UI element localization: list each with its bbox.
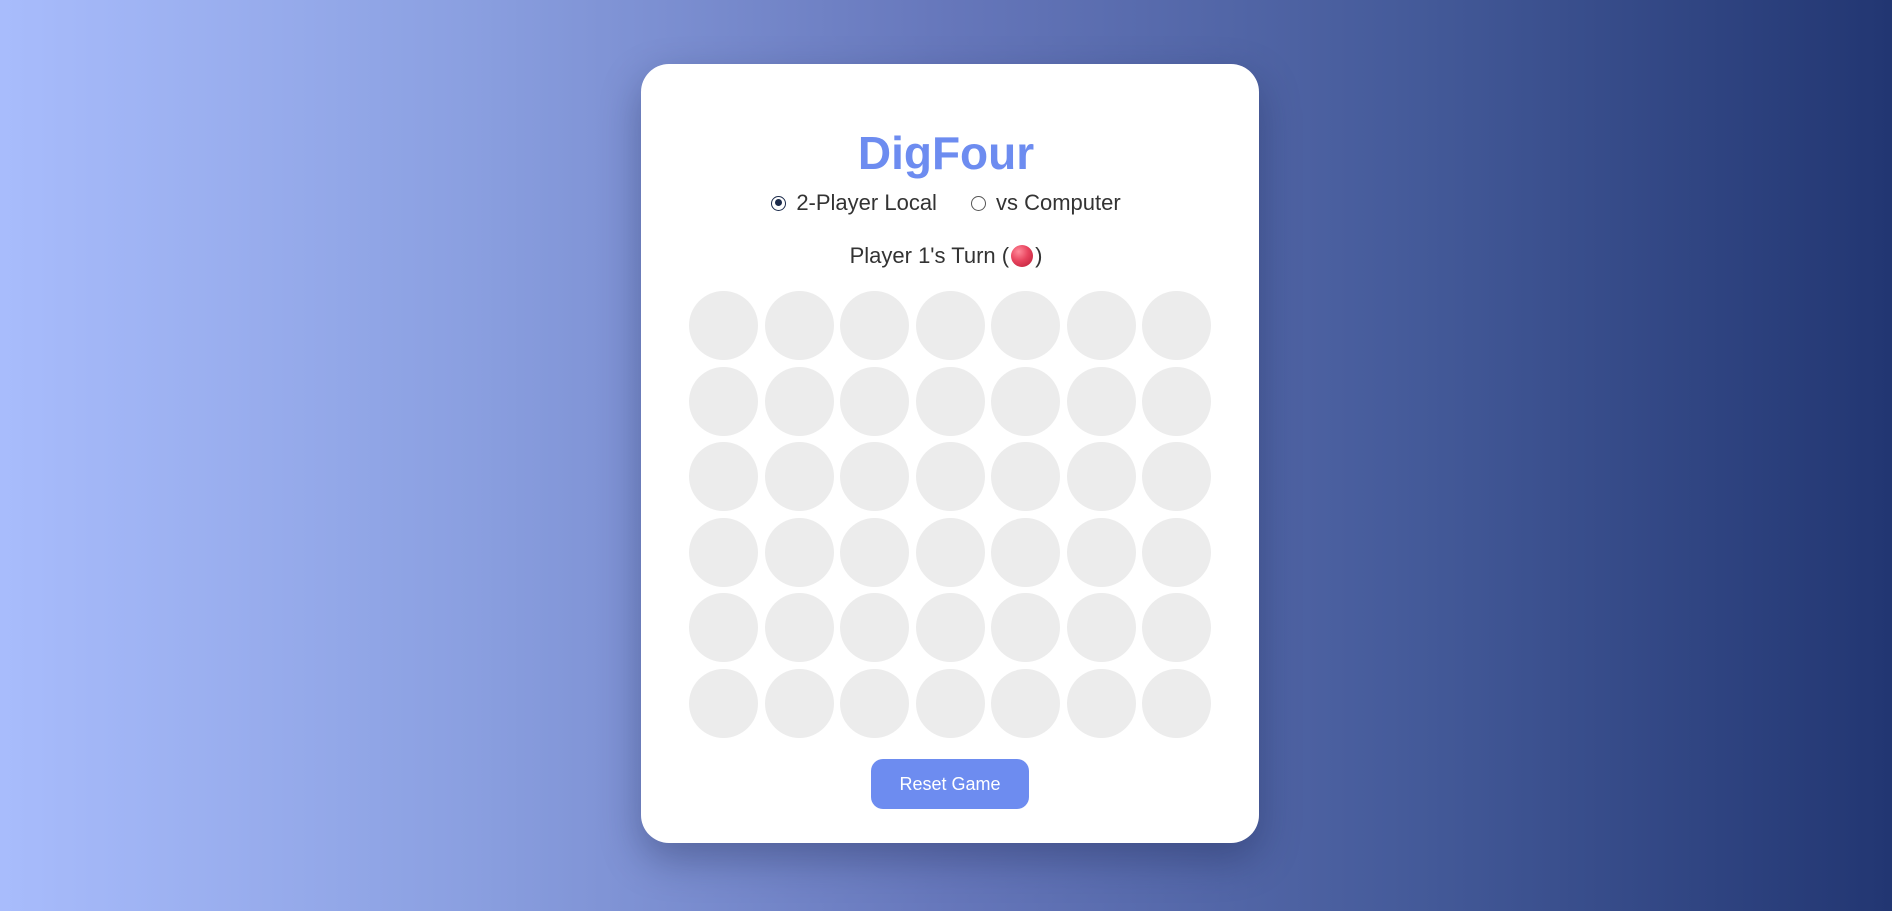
board-cell[interactable] <box>991 593 1060 662</box>
board-cell[interactable] <box>689 442 758 511</box>
board-cell[interactable] <box>991 291 1060 360</box>
board-cell[interactable] <box>689 517 758 587</box>
board-cell[interactable] <box>689 593 758 662</box>
current-player-disc-icon <box>1011 245 1034 267</box>
board-cell[interactable] <box>1066 593 1136 662</box>
board-cell[interactable] <box>991 668 1060 738</box>
radio-2-player[interactable] <box>771 195 787 211</box>
board-cell[interactable] <box>764 668 834 738</box>
mode-label-vs-computer: vs Computer <box>995 190 1121 215</box>
board-cell[interactable] <box>1066 668 1136 738</box>
board-cell[interactable] <box>764 517 834 587</box>
board-cell[interactable] <box>764 593 834 662</box>
board-cell[interactable] <box>689 291 758 360</box>
turn-status: Player 1's Turn ( ) <box>0 243 1892 269</box>
board-cell[interactable] <box>1142 442 1211 511</box>
board-cell[interactable] <box>840 517 909 587</box>
board-cell[interactable] <box>1066 442 1136 511</box>
board-cell[interactable] <box>840 593 909 662</box>
mode-option-vs-computer[interactable]: vs Computer <box>970 190 1121 216</box>
board-cell[interactable] <box>1066 291 1136 360</box>
mode-selector: 2-Player Local vs Computer <box>0 190 1892 216</box>
board-cell[interactable] <box>915 593 985 662</box>
reset-game-button[interactable]: Reset Game <box>871 759 1029 809</box>
board-cell[interactable] <box>764 442 834 511</box>
board-cell[interactable] <box>1066 366 1136 436</box>
board-cell[interactable] <box>840 291 909 360</box>
mode-label-2-player: 2-Player Local <box>796 190 937 215</box>
board-cell[interactable] <box>1142 593 1211 662</box>
board-cell[interactable] <box>991 366 1060 436</box>
board-cell[interactable] <box>764 366 834 436</box>
board-cell[interactable] <box>689 366 758 436</box>
turn-status-suffix: ) <box>1035 243 1043 268</box>
board-cell[interactable] <box>1142 291 1211 360</box>
mode-option-2-player[interactable]: 2-Player Local <box>771 190 937 216</box>
turn-status-prefix: Player 1's Turn ( <box>849 243 1010 268</box>
game-board <box>689 291 1211 738</box>
board-cell[interactable] <box>915 291 985 360</box>
board-cell[interactable] <box>991 442 1060 511</box>
board-cell[interactable] <box>840 668 909 738</box>
board-cell[interactable] <box>1142 517 1211 587</box>
board-cell[interactable] <box>689 668 758 738</box>
board-cell[interactable] <box>915 517 985 587</box>
radio-vs-computer[interactable] <box>970 195 986 211</box>
game-title: DigFour <box>857 127 1035 179</box>
board-cell[interactable] <box>764 291 834 360</box>
board-cell[interactable] <box>1142 668 1211 738</box>
board-cell[interactable] <box>840 366 909 436</box>
board-cell[interactable] <box>840 442 909 511</box>
board-cell[interactable] <box>915 668 985 738</box>
board-cell[interactable] <box>1066 517 1136 587</box>
board-cell[interactable] <box>915 366 985 436</box>
board-cell[interactable] <box>915 442 985 511</box>
board-cell[interactable] <box>991 517 1060 587</box>
board-cell[interactable] <box>1142 366 1211 436</box>
